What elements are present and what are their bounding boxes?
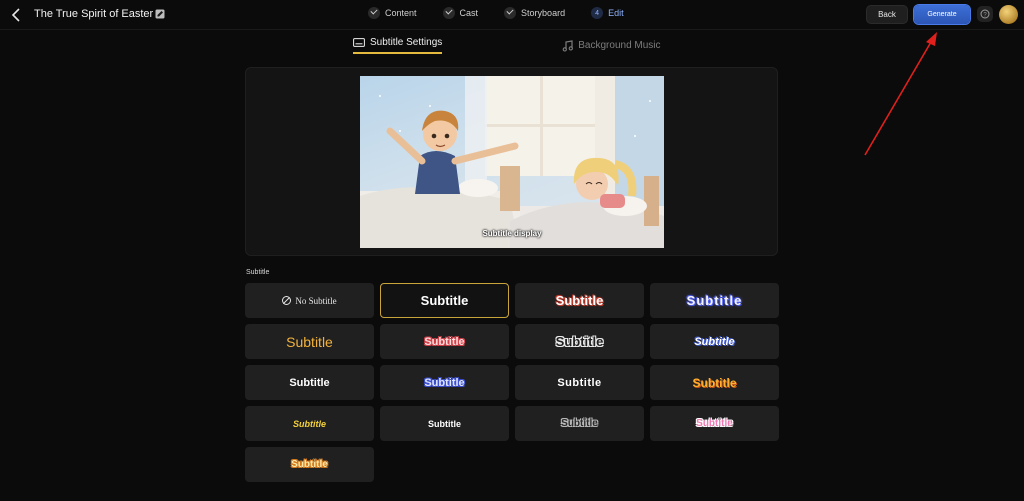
music-note-icon bbox=[562, 39, 574, 52]
step-label: Content bbox=[385, 8, 417, 18]
step-storyboard[interactable]: Storyboard bbox=[504, 7, 565, 19]
check-icon bbox=[442, 7, 455, 19]
back-button[interactable]: Back bbox=[866, 5, 908, 24]
subtitle-preview-caption: Subtitle display bbox=[482, 229, 542, 238]
back-chevron-icon[interactable] bbox=[10, 7, 24, 23]
option-label: Subtitle bbox=[424, 335, 465, 348]
option-label: Subtitle bbox=[692, 375, 737, 390]
subtitle-icon bbox=[353, 38, 365, 47]
subtitle-option-pink-white-outline[interactable]: Subtitle bbox=[650, 406, 779, 441]
option-label: Subtitle bbox=[428, 418, 461, 429]
step-label: Storyboard bbox=[521, 8, 566, 18]
tab-subtitle-settings[interactable]: Subtitle Settings bbox=[353, 37, 443, 54]
subtitle-option-none[interactable]: No Subtitle bbox=[245, 283, 374, 318]
subtitle-option-plain-bold[interactable]: Subtitle bbox=[380, 283, 509, 318]
step-edit[interactable]: 4 Edit bbox=[591, 7, 624, 19]
preview-image: Subtitle display bbox=[360, 76, 664, 248]
subtitle-option-white-small-bold[interactable]: Subtitle bbox=[380, 406, 509, 441]
subtitle-option-white-outline-black[interactable]: Subtitle bbox=[515, 324, 644, 359]
option-label: Subtitle bbox=[696, 418, 733, 429]
option-label: Subtitle bbox=[555, 293, 604, 308]
subtitle-option-orange-thin[interactable]: Subtitle bbox=[245, 324, 374, 359]
option-label: No Subtitle bbox=[295, 295, 337, 306]
help-icon: ? bbox=[980, 9, 990, 19]
subtitle-option-white-sans[interactable]: Subtitle bbox=[245, 365, 374, 400]
option-label: Subtitle bbox=[557, 376, 602, 389]
tab-label: Subtitle Settings bbox=[370, 37, 443, 48]
subtitle-option-yellow-orange[interactable]: Subtitle bbox=[245, 447, 374, 482]
help-button[interactable]: ? bbox=[977, 6, 993, 22]
subtitle-option-yellow-italic[interactable]: Subtitle bbox=[245, 406, 374, 441]
step-number: 4 bbox=[591, 7, 604, 19]
subtitle-style-grid: No Subtitle Subtitle Subtitle Subtitle S… bbox=[245, 283, 779, 482]
option-label: Subtitle bbox=[555, 334, 604, 349]
option-label: Subtitle bbox=[561, 418, 598, 429]
subtitle-option-orange-bold[interactable]: Subtitle bbox=[650, 365, 779, 400]
option-label: Subtitle bbox=[424, 376, 465, 389]
subtitle-option-white-outline-red[interactable]: Subtitle bbox=[515, 283, 644, 318]
top-bar: The True Spirit of Easter Content Cast S… bbox=[0, 0, 1024, 30]
generate-button[interactable]: Generate bbox=[914, 5, 970, 24]
option-label: Subtitle bbox=[286, 333, 333, 350]
check-icon bbox=[368, 7, 380, 19]
subtitle-option-blue-bubble[interactable]: Subtitle bbox=[380, 365, 509, 400]
project-title: The True Spirit of Easter bbox=[34, 8, 154, 20]
step-cast[interactable]: Cast bbox=[442, 7, 479, 19]
option-label: Subtitle bbox=[420, 293, 469, 308]
step-progress: Content Cast Storyboard 4 Edit bbox=[368, 7, 650, 19]
option-label: Subtitle bbox=[694, 335, 735, 348]
edit-title-icon[interactable] bbox=[155, 9, 165, 19]
step-label: Cast bbox=[459, 8, 479, 18]
option-label: Subtitle bbox=[289, 376, 330, 389]
tab-background-music[interactable]: Background Music bbox=[562, 37, 661, 54]
ban-icon bbox=[282, 296, 292, 305]
step-content[interactable]: Content bbox=[368, 7, 417, 19]
subtitle-option-dark-outline[interactable]: Subtitle bbox=[515, 406, 644, 441]
option-label: Subtitle bbox=[686, 293, 743, 308]
scene-illustration bbox=[360, 76, 664, 248]
check-icon bbox=[504, 7, 517, 19]
step-label: Edit bbox=[608, 8, 624, 18]
subtitle-option-blue-glow[interactable]: Subtitle bbox=[650, 283, 779, 318]
subtitle-option-white-blue-outline[interactable]: Subtitle bbox=[650, 324, 779, 359]
subtitle-option-pink-outline[interactable]: Subtitle bbox=[380, 324, 509, 359]
option-label: Subtitle bbox=[293, 418, 326, 429]
preview-panel: Subtitle display bbox=[245, 67, 778, 256]
subtitle-section-label: Subtitle bbox=[246, 269, 270, 276]
subtitle-option-white-heavy[interactable]: Subtitle bbox=[515, 365, 644, 400]
settings-tabs: Subtitle Settings Background Music bbox=[353, 37, 661, 54]
user-avatar[interactable] bbox=[999, 5, 1018, 24]
tab-label: Background Music bbox=[578, 40, 661, 51]
option-label: Subtitle bbox=[291, 459, 328, 470]
